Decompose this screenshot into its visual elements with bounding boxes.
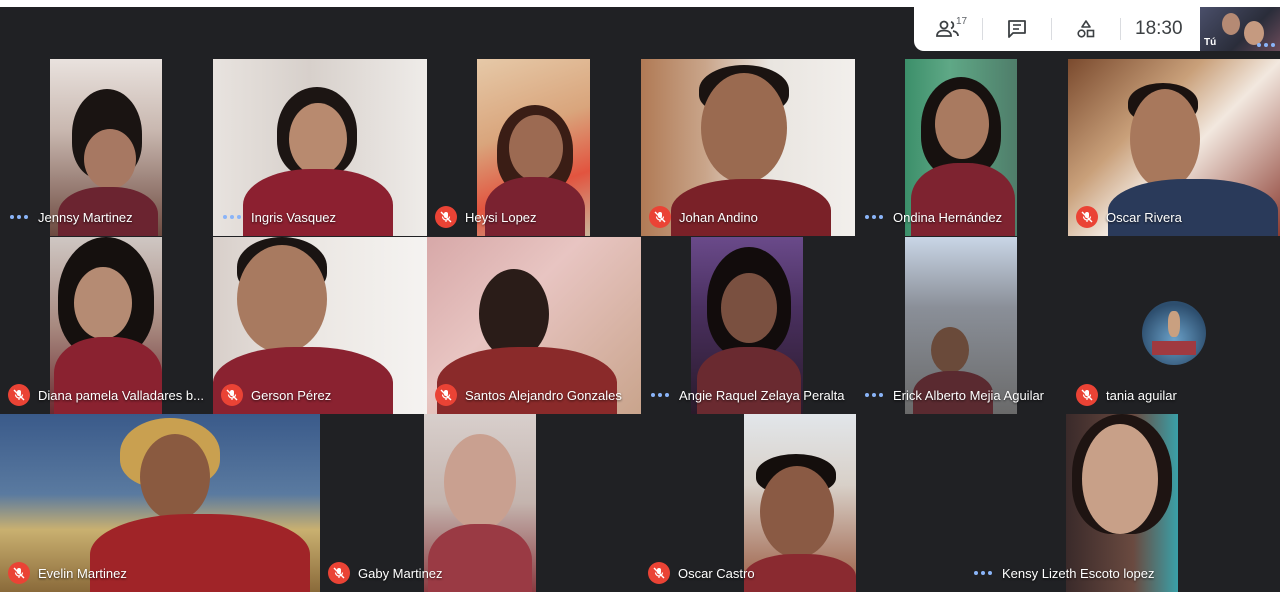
participant-name: Oscar Castro — [678, 565, 755, 581]
participant-tile[interactable]: Jennsy Martinez — [0, 59, 213, 236]
participant-name: Kensy Lizeth Escoto lopez — [1002, 565, 1155, 581]
chat-icon — [1008, 20, 1026, 38]
participant-name: Gerson Pérez — [251, 387, 332, 403]
participant-tile[interactable]: Heysi Lopez — [427, 59, 641, 236]
mic-off-icon — [1076, 206, 1098, 228]
speaking-dots-icon — [1255, 43, 1277, 47]
mic-off-icon — [221, 384, 243, 406]
mic-off-icon — [435, 206, 457, 228]
activities-button[interactable] — [1052, 7, 1120, 51]
chat-button[interactable] — [983, 7, 1051, 51]
participant-name: Johan Andino — [679, 209, 758, 225]
meeting-clock: 18:30 — [1135, 18, 1183, 39]
mic-off-icon — [648, 562, 670, 584]
participants-button[interactable]: 17 — [914, 7, 982, 51]
meeting-controls: 17 18:30 — [914, 7, 1200, 51]
participant-name: Oscar Rivera — [1106, 209, 1182, 225]
participant-tile[interactable]: Oscar Rivera — [1068, 59, 1280, 236]
participant-tile[interactable]: Santos Alejandro Gonzales — [427, 237, 641, 414]
mic-off-icon — [649, 206, 671, 228]
participant-name: Diana pamela Valladares b... — [38, 387, 204, 403]
participant-name: tania aguilar — [1106, 387, 1177, 403]
participant-tile[interactable]: Erick Alberto Mejia Aguilar — [855, 237, 1068, 414]
participant-name: Angie Raquel Zelaya Peralta — [679, 387, 845, 403]
participant-name: Erick Alberto Mejia Aguilar — [893, 387, 1045, 403]
participant-name: Ondina Hernández — [893, 209, 1003, 225]
participant-name: Santos Alejandro Gonzales — [465, 387, 622, 403]
participant-tile[interactable]: Gerson Pérez — [213, 237, 427, 414]
speaking-dots-icon — [221, 215, 243, 219]
mic-off-icon — [8, 384, 30, 406]
avatar — [1142, 301, 1206, 365]
participant-tile[interactable]: tania aguilar — [1068, 237, 1280, 414]
participant-name: Evelin Martinez — [38, 565, 127, 581]
participant-tile[interactable]: Johan Andino — [641, 59, 855, 236]
mic-off-icon — [328, 562, 350, 584]
speaking-dots-icon — [8, 215, 30, 219]
participant-tile[interactable]: Angie Raquel Zelaya Peralta — [641, 237, 855, 414]
participant-tile[interactable]: Kensy Lizeth Escoto lopez — [960, 414, 1280, 592]
participant-tile[interactable]: Gaby Martinez — [320, 414, 640, 592]
participant-tile[interactable]: Evelin Martinez — [0, 414, 320, 592]
participants-count: 17 — [956, 16, 968, 27]
participant-video — [744, 414, 856, 592]
self-label: Tú — [1204, 37, 1217, 48]
speaking-dots-icon — [649, 393, 671, 397]
participant-name: Heysi Lopez — [465, 209, 537, 225]
participant-name: Gaby Martinez — [358, 565, 443, 581]
speaking-dots-icon — [972, 571, 994, 575]
mic-off-icon — [1076, 384, 1098, 406]
meeting-grid: Jennsy Martinez Ingris Vasquez Heysi Lop… — [0, 7, 1280, 592]
mic-off-icon — [435, 384, 457, 406]
speaking-dots-icon — [863, 215, 885, 219]
participant-name: Ingris Vasquez — [251, 209, 337, 225]
participant-tile[interactable]: Ondina Hernández — [855, 59, 1068, 236]
shapes-icon — [1077, 20, 1095, 38]
participant-tile[interactable]: Oscar Castro — [640, 414, 960, 592]
mic-off-icon — [8, 562, 30, 584]
participant-tile[interactable]: Diana pamela Valladares b... — [0, 237, 213, 414]
participant-tile[interactable]: Ingris Vasquez — [213, 59, 427, 236]
participant-name: Jennsy Martinez — [38, 209, 133, 225]
speaking-dots-icon — [863, 393, 885, 397]
self-view-tile[interactable]: Tú — [1200, 7, 1280, 51]
